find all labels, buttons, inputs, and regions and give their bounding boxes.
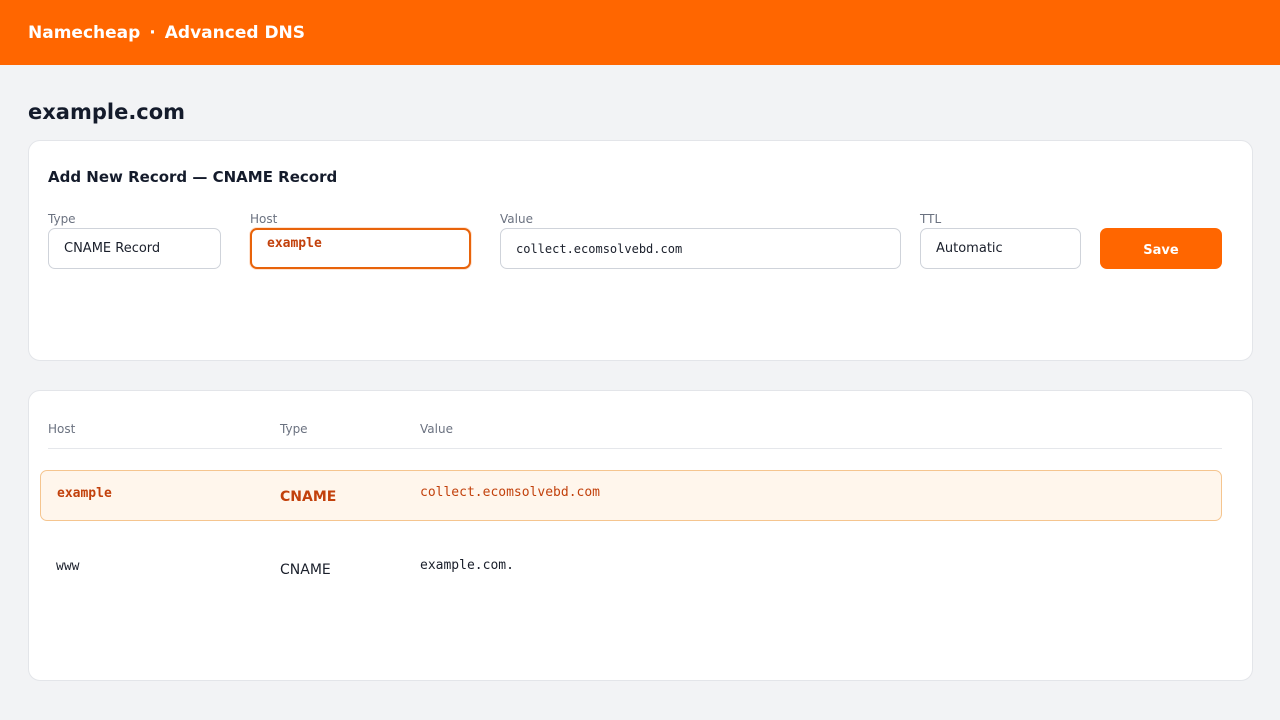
row-value: collect.ecomsolvebd.com [420, 485, 601, 500]
row-host: example [57, 486, 112, 501]
column-header-host: Host [48, 422, 76, 436]
add-record-card: Add New Record — CNAME Record Type CNAME… [28, 140, 1253, 361]
top-bar: Namecheap · Advanced DNS [0, 0, 1280, 65]
row-type: CNAME [280, 489, 337, 505]
records-table: Host Type Value example CNAME collect.ec… [28, 390, 1253, 681]
breadcrumb-separator: · [149, 22, 156, 43]
type-select[interactable]: CNAME Record [48, 228, 221, 269]
table-row[interactable]: www CNAME example.com. [40, 544, 1222, 595]
row-host: www [56, 559, 80, 574]
column-header-type: Type [280, 422, 308, 436]
section-title: Advanced DNS [164, 22, 306, 43]
form-title: Add New Record — CNAME Record [48, 168, 338, 186]
header-divider [48, 448, 1222, 449]
column-header-value: Value [420, 422, 453, 436]
ttl-select[interactable]: Automatic [920, 228, 1081, 269]
row-value: example.com. [420, 558, 514, 573]
value-input[interactable]: collect.ecomsolvebd.com [500, 228, 901, 269]
table-row-highlighted[interactable]: example CNAME collect.ecomsolvebd.com [40, 470, 1222, 521]
page-title: example.com [28, 100, 186, 124]
host-input[interactable]: example [250, 228, 471, 269]
host-label: Host [250, 212, 278, 226]
value-label: Value [500, 212, 533, 226]
brand-name[interactable]: Namecheap [28, 23, 140, 43]
save-button[interactable]: Save [1100, 228, 1222, 269]
row-type: CNAME [280, 562, 331, 578]
ttl-label: TTL [920, 212, 942, 226]
type-label: Type [48, 212, 76, 226]
